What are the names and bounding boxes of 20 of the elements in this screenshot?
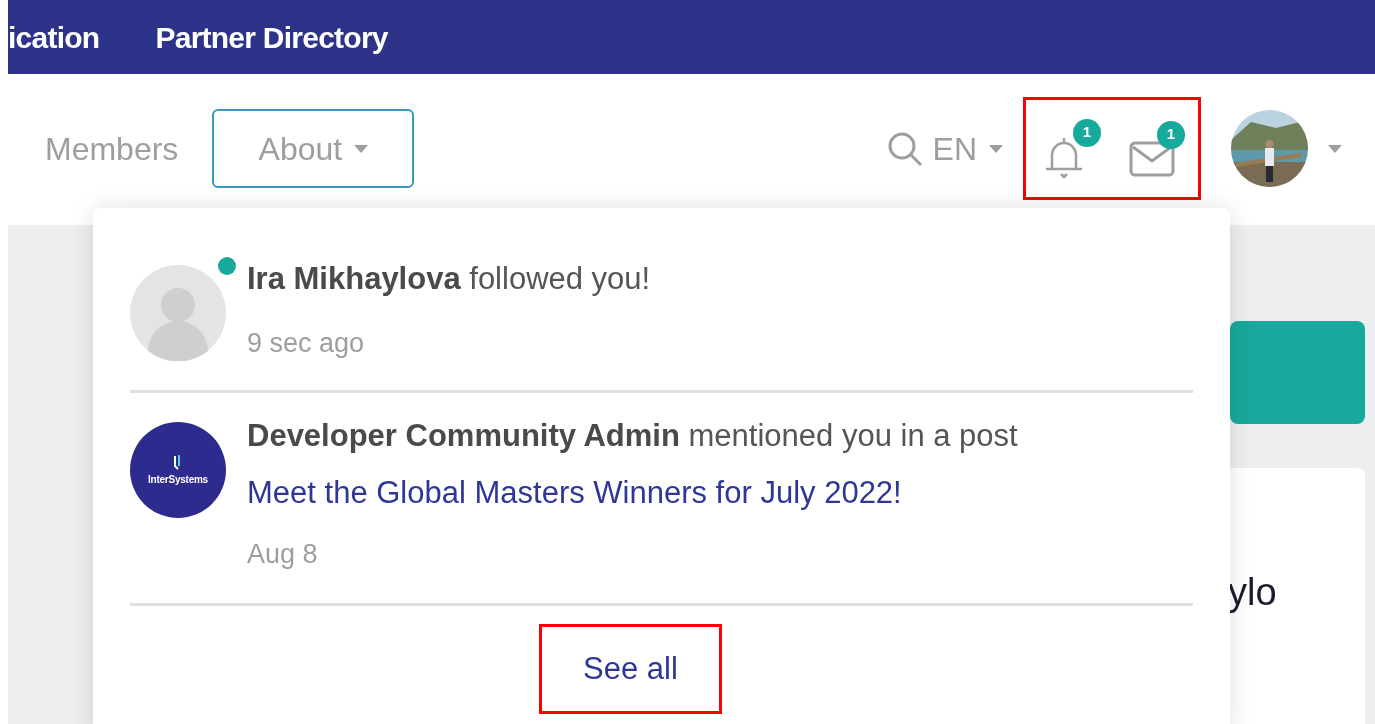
logo-mark-icon	[174, 453, 182, 470]
notification-text: Ira Mikhaylova followed you!	[247, 260, 651, 298]
notification-item[interactable]: InterSystems Developer Community Admin mentioned you in a post Meet the Global Masters Winners for July 2022! Aug 8	[130, 393, 1193, 606]
post-link[interactable]: Meet the Global Masters Winners for July 2022!	[247, 473, 1018, 513]
avatar-placeholder-icon	[130, 265, 226, 361]
notification-text: Developer Community Admin mentioned you in a post	[247, 417, 1018, 455]
notification-count: 1	[1073, 118, 1101, 147]
message-count: 1	[1157, 120, 1185, 149]
top-nav-link[interactable]: Partner Directory	[155, 14, 388, 60]
user-menu[interactable]	[1231, 110, 1342, 187]
caret-icon	[354, 144, 369, 153]
logo-text: InterSystems	[148, 472, 208, 487]
caret-icon	[1328, 144, 1342, 153]
caret-icon	[989, 144, 1003, 153]
notification-time: 9 sec ago	[247, 327, 366, 360]
notification-item[interactable]: Ira Mikhaylova followed you! 9 sec ago	[130, 208, 1193, 393]
card-title: ylo	[1228, 571, 1277, 613]
notification-time: Aug 8	[247, 538, 319, 571]
see-all-link[interactable]: See all	[539, 624, 722, 714]
top-nav-link[interactable]: ication	[8, 14, 100, 60]
